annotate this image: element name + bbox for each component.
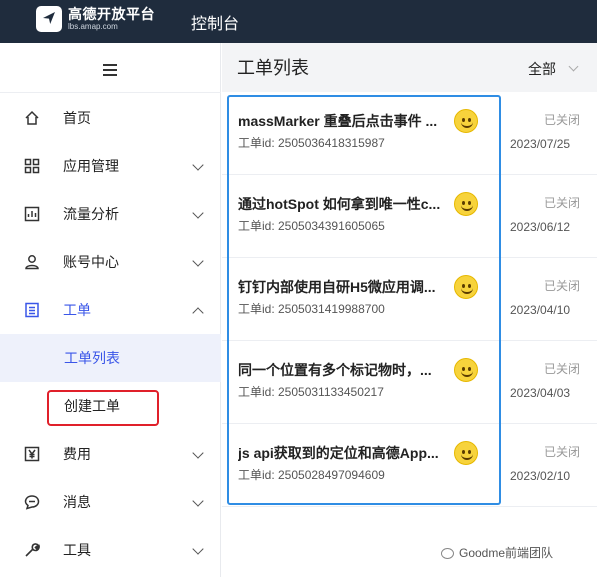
home-icon <box>25 110 39 125</box>
page-title: 工单列表 <box>237 58 309 78</box>
ticket-status: 已关闭 <box>544 113 581 127</box>
console-title[interactable]: 控制台 <box>191 10 239 34</box>
sidebar-item-account-center[interactable]: 账号中心 <box>0 238 221 286</box>
hamburger-icon[interactable] <box>103 64 117 76</box>
ticket-status: 已关闭 <box>544 362 581 376</box>
chart-icon <box>24 206 40 222</box>
chevron-down-icon <box>192 207 204 219</box>
divider <box>0 92 221 93</box>
top-bar: 高德开放平台 lbs.amap.com 控制台 <box>0 0 597 43</box>
subitem-label: 工单列表 <box>64 350 120 366</box>
sidebar-item-billing[interactable]: 费用 <box>0 430 221 478</box>
sidebar-item-label: 流量分析 <box>63 206 119 222</box>
watermark: Goodme前端团队 <box>441 545 553 561</box>
chevron-down-icon <box>192 495 204 507</box>
sidebar-item-tickets[interactable]: 工单 <box>0 286 221 334</box>
highlight-box-blue <box>227 95 501 505</box>
list-header: 工单列表 全部 <box>222 43 597 92</box>
message-icon <box>24 495 40 510</box>
chevron-down-icon <box>192 543 204 555</box>
sidebar-item-label: 首页 <box>63 110 91 126</box>
wechat-icon <box>441 547 454 559</box>
sidebar-subitem-ticket-list[interactable]: 工单列表 <box>0 334 221 382</box>
watermark-text: Goodme前端团队 <box>459 546 554 560</box>
logo-subtitle: lbs.amap.com <box>68 22 118 31</box>
sidebar-item-home[interactable]: 首页 <box>0 94 221 142</box>
sidebar-item-label: 工具 <box>63 542 91 558</box>
sidebar: 首页 应用管理 流量分析 账号中心 工单 工单列表 创建工单 费用 消息 工具 <box>0 43 221 577</box>
main-content: 工单列表 全部 massMarker 重叠后点击事件 ... 工单id: 250… <box>222 43 597 577</box>
sidebar-item-label: 费用 <box>63 446 91 462</box>
sidebar-item-messages[interactable]: 消息 <box>0 478 221 526</box>
user-icon <box>25 255 39 270</box>
ticket-date: 2023/02/10 <box>510 469 571 483</box>
ticket-status: 已关闭 <box>544 279 581 293</box>
sidebar-item-traffic-analysis[interactable]: 流量分析 <box>0 190 221 238</box>
sidebar-item-label: 工单 <box>63 302 91 318</box>
highlight-box-red <box>47 390 159 426</box>
ticket-status: 已关闭 <box>544 196 581 210</box>
sidebar-item-label: 应用管理 <box>63 158 119 174</box>
ticket-date: 2023/06/12 <box>510 220 571 234</box>
sidebar-item-app-management[interactable]: 应用管理 <box>0 142 221 190</box>
ticket-icon <box>25 302 39 318</box>
grid-icon <box>24 158 40 174</box>
logo-title: 高德开放平台 <box>68 6 155 22</box>
ticket-date: 2023/04/03 <box>510 386 571 400</box>
yen-icon <box>24 446 40 462</box>
sidebar-item-tools[interactable]: 工具 <box>0 526 221 574</box>
chevron-down-icon <box>192 255 204 267</box>
amap-logo-icon <box>36 6 62 32</box>
chevron-down-icon <box>192 447 204 459</box>
ticket-date: 2023/04/10 <box>510 303 571 317</box>
wrench-icon <box>25 543 40 557</box>
ticket-status: 已关闭 <box>544 445 581 459</box>
chevron-down-icon <box>192 159 204 171</box>
chevron-down-icon[interactable] <box>568 61 579 72</box>
sidebar-item-label: 账号中心 <box>63 254 119 270</box>
amap-logo[interactable]: 高德开放平台 lbs.amap.com <box>36 6 155 32</box>
status-filter-select[interactable]: 全部 <box>528 60 556 78</box>
sidebar-item-label: 消息 <box>63 494 91 510</box>
chevron-up-icon <box>192 307 204 319</box>
ticket-date: 2023/07/25 <box>510 137 571 151</box>
